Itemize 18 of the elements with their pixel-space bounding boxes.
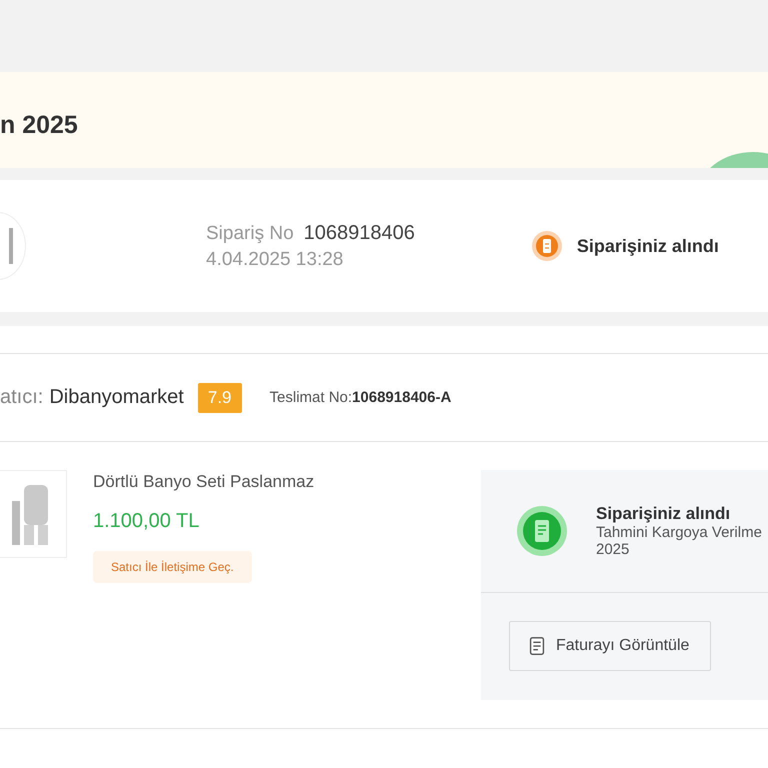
view-invoice-button[interactable]: Faturayı Görüntüle [509, 621, 711, 671]
estimate-text: Tahmini Kargoya Verilme [596, 524, 762, 541]
product-image[interactable] [0, 470, 67, 558]
banner-title: n 2025 [0, 110, 78, 140]
product-title[interactable]: Dörtlü Banyo Seti Paslanmaz [93, 472, 453, 492]
status-icon [530, 230, 563, 262]
product-price: 1.100,00 TL [93, 510, 200, 533]
seller-label: atıcı: [0, 386, 44, 409]
seller-score: 7.9 [198, 382, 242, 412]
order-date: 4.04.2025 13:28 [206, 248, 344, 270]
delivery-number: Teslimat No:1068918406-A [270, 389, 452, 406]
seller-name[interactable]: Dibanyomarket [49, 386, 184, 409]
order-status: Siparişiniz alındı [576, 236, 719, 256]
estimate-year: 2025 [596, 541, 630, 558]
order-number-label: Sipariş No [206, 222, 294, 244]
order-number: 1068918406 [304, 222, 415, 244]
document-icon [516, 505, 568, 557]
shipment-status: Siparişiniz alındı [596, 504, 732, 524]
